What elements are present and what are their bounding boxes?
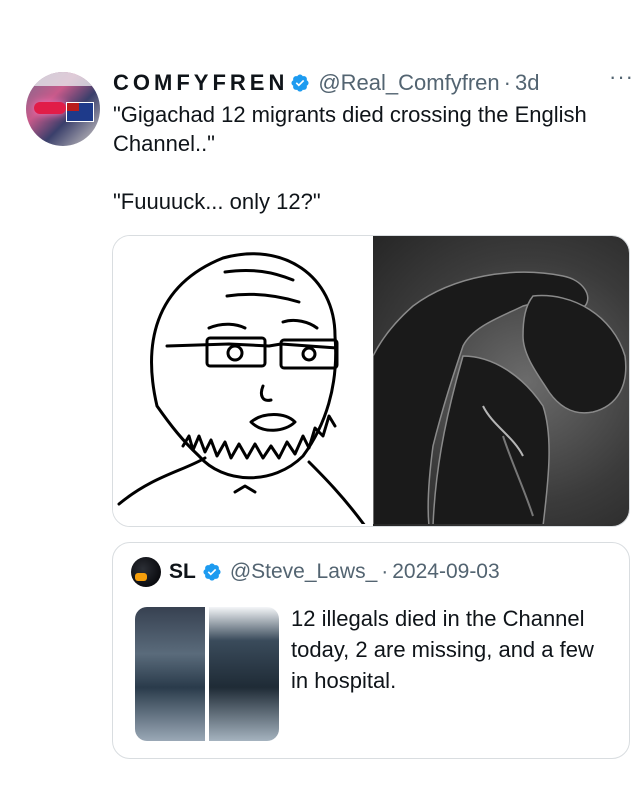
avatar-flag [66,102,94,122]
quoted-media-image[interactable] [135,607,205,741]
author-handle[interactable]: @Real_Comfyfren [318,70,499,96]
gigachad-image[interactable] [372,236,629,526]
tweet-media[interactable] [112,235,630,527]
tweet-timestamp[interactable]: 3d [515,70,539,96]
tweet-text: "Gigachad 12 migrants died crossing the … [113,102,587,214]
page-bottom [0,760,640,785]
avatar-detail [34,102,66,114]
quoted-author-name[interactable]: SL [169,560,196,584]
tweet-header: COMFYFREN @Real_Comfyfren · 3d [113,66,626,100]
gigachad-silhouette [372,271,627,526]
quoted-tweet-date[interactable]: 2024-09-03 [392,560,499,584]
quoted-author-handle[interactable]: @Steve_Laws_ [230,560,377,584]
quoted-author-avatar[interactable] [131,557,161,587]
wojak-drawing [117,252,367,526]
wojak-meme-image[interactable] [113,236,373,526]
separator-dot: · [381,560,389,583]
avatar-detail [26,72,100,86]
separator-dot: · [503,70,511,95]
quoted-tweet[interactable]: SL @Steve_Laws_ · 2024-09-03 12 illegals… [112,542,630,759]
more-options-icon[interactable]: ··· [609,64,634,90]
quoted-media-image[interactable] [209,607,279,741]
quoted-tweet-text: 12 illegals died in the Channel today, 2… [291,606,600,693]
verified-badge-icon [203,563,221,581]
quoted-tweet-media[interactable] [135,607,279,741]
verified-badge-icon [291,74,309,92]
author-avatar[interactable] [26,72,100,146]
author-name[interactable]: COMFYFREN [113,70,288,96]
quoted-tweet-header: SL @Steve_Laws_ · 2024-09-03 [131,557,500,587]
